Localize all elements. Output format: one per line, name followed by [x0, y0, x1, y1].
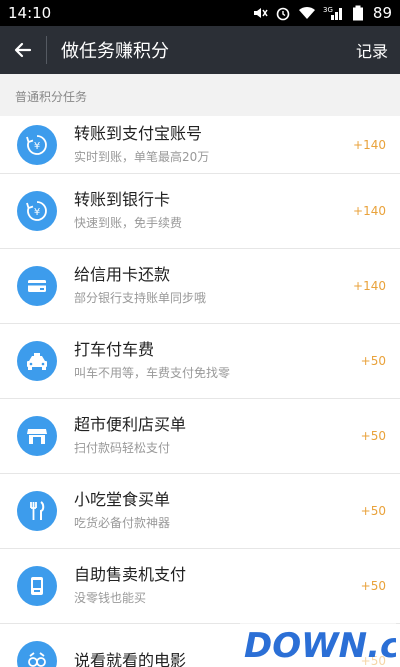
- task-title: 小吃堂食买单: [74, 490, 171, 509]
- credit-card-icon: [17, 266, 57, 306]
- wifi-icon: [298, 5, 316, 21]
- task-list: ¥ 转账到支付宝账号 实时到账，单笔最高20万 +140 ¥ 转账到银行卡 快速…: [0, 116, 400, 667]
- status-time: 14:10: [8, 4, 52, 22]
- task-subtitle: 吃货必备付款神器: [74, 516, 171, 530]
- task-subtitle: 实时到账，单笔最高20万: [74, 149, 210, 164]
- task-points: +50: [360, 429, 386, 443]
- back-button[interactable]: [0, 26, 46, 74]
- task-title: 转账到支付宝账号: [74, 123, 203, 143]
- store-icon: [17, 416, 57, 456]
- task-row-supermarket[interactable]: 超市便利店买单 扫付款码轻松支付 +50: [0, 399, 400, 474]
- task-subtitle: 叫车不用等，车费支付免找零: [74, 366, 231, 380]
- taxi-icon: [17, 341, 57, 381]
- task-points: +50: [360, 504, 386, 518]
- task-points: +140: [353, 204, 386, 218]
- record-button[interactable]: 记录: [344, 38, 400, 62]
- page-title: 做任务赚积分: [61, 41, 169, 62]
- back-arrow-icon: [14, 42, 32, 58]
- signal-icon: 3G: [323, 5, 345, 21]
- task-row-transfer-alipay[interactable]: ¥ 转账到支付宝账号 实时到账，单笔最高20万 +140: [0, 116, 400, 174]
- task-title: 打车付车费: [74, 340, 155, 359]
- battery-level: 89: [372, 4, 392, 22]
- task-title: 转账到银行卡: [74, 190, 171, 209]
- watermark-text: DOWN.cc: [244, 626, 396, 665]
- watermark-logo: DOWN.cc: [240, 621, 400, 666]
- task-subtitle: 没零钱也能买: [74, 591, 147, 605]
- task-title: 给信用卡还款: [74, 265, 171, 284]
- svg-text:¥: ¥: [34, 141, 40, 152]
- task-row-taxi[interactable]: 打车付车费 叫车不用等，车费支付免找零 +50: [0, 324, 400, 399]
- svg-text:¥: ¥: [34, 207, 40, 218]
- task-points: +140: [353, 279, 386, 293]
- task-subtitle: 扫付款码轻松支付: [74, 441, 171, 455]
- task-points: +50: [360, 354, 386, 368]
- svg-text:3G: 3G: [323, 6, 333, 14]
- mute-icon: [252, 5, 268, 21]
- battery-icon: [352, 5, 364, 21]
- task-subtitle: 部分银行支持账单同步哦: [74, 291, 207, 305]
- nav-bar: 做任务赚积分 记录: [0, 26, 400, 74]
- status-bar: 14:10 3G 89: [0, 0, 400, 26]
- section-header: 普通积分任务: [0, 76, 400, 116]
- task-title: 自助售卖机支付: [74, 565, 187, 584]
- fork-knife-icon: [17, 491, 57, 531]
- movie-icon: [17, 641, 57, 667]
- task-row-transfer-bank[interactable]: ¥ 转账到银行卡 快速到账，免手续费 +140: [0, 174, 400, 249]
- task-row-vending[interactable]: 自助售卖机支付 没零钱也能买 +50: [0, 549, 400, 624]
- task-title: 超市便利店买单: [74, 415, 187, 434]
- task-row-snack[interactable]: 小吃堂食买单 吃货必备付款神器 +50: [0, 474, 400, 549]
- nav-divider: [46, 36, 47, 64]
- yuan-refresh-icon: ¥: [17, 191, 57, 231]
- task-points: +140: [353, 137, 386, 152]
- task-points: +50: [360, 579, 386, 593]
- vending-machine-icon: [17, 566, 57, 606]
- task-row-credit-card[interactable]: 给信用卡还款 部分银行支持账单同步哦 +140: [0, 249, 400, 324]
- task-subtitle: 快速到账，免手续费: [74, 216, 183, 230]
- yuan-refresh-icon: ¥: [17, 124, 57, 165]
- alarm-icon: [275, 5, 291, 21]
